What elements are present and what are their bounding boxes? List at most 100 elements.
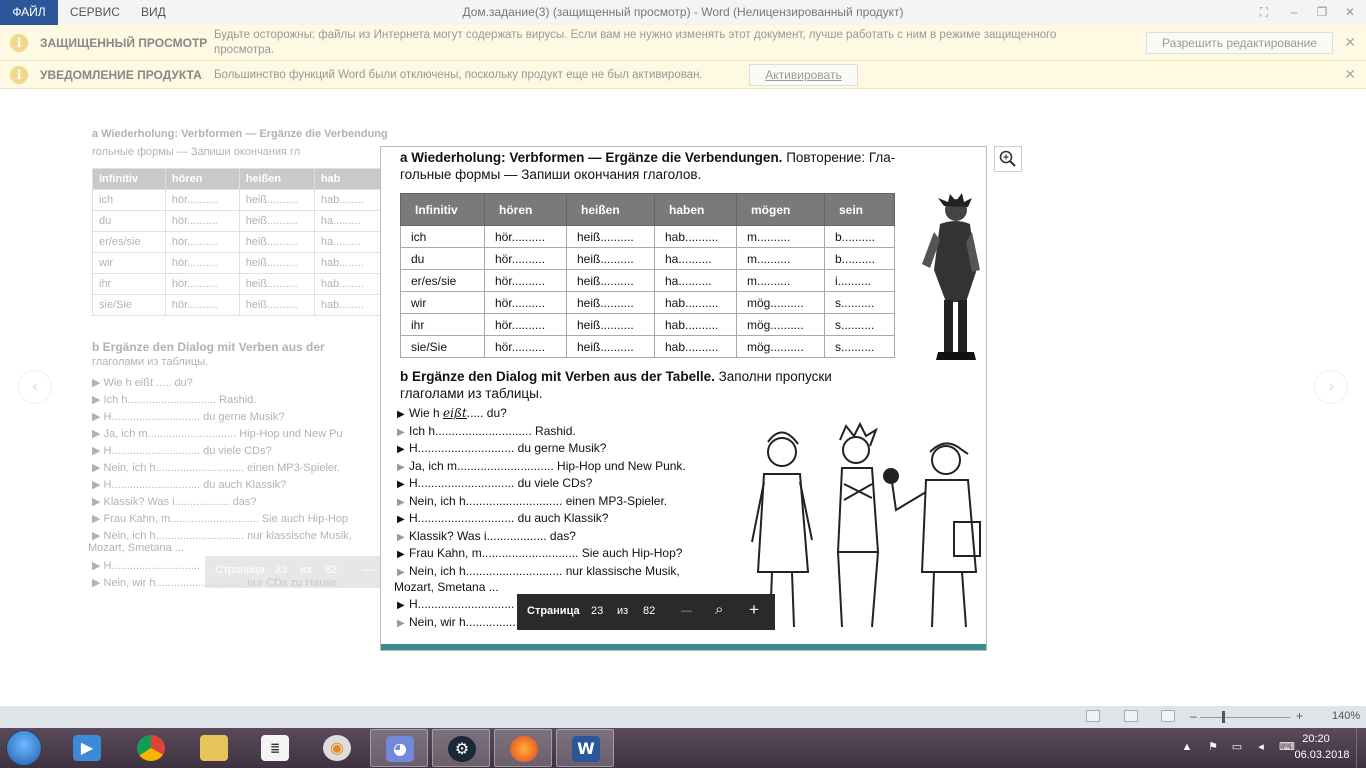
show-desktop-button[interactable] [1356, 728, 1366, 768]
shield-info-icon [10, 34, 28, 52]
clock-date[interactable]: 06.03.2018 [1292, 749, 1352, 761]
web-layout-icon[interactable] [1161, 710, 1175, 722]
dialog-line: ▶ Ich h............................. Rash… [397, 424, 576, 438]
bg-heading-a-line2: гольные формы — Запиши окончания гл [92, 146, 301, 158]
clock-time[interactable]: 20:20 [1296, 733, 1336, 745]
zoom-magnifier-button[interactable] [994, 146, 1022, 172]
heading-b: b Ergänze den Dialog mit Verben aus der … [400, 369, 832, 384]
verb-table: Infinitiv hören heißen haben mögen sein … [400, 193, 895, 358]
zoom-in-button[interactable]: + [1296, 709, 1303, 723]
language-icon[interactable]: ⌨ [1279, 741, 1295, 753]
network-icon[interactable]: ▭ [1231, 741, 1243, 753]
enable-editing-button[interactable]: Разрешить редактирование [1146, 32, 1333, 54]
table-cell: wir [92, 252, 166, 274]
window-title: Дом.задание(3) (защищенный просмотр) - W… [462, 5, 904, 19]
bg-page-label: Страница [215, 564, 265, 576]
bg-dialog-line: ▶ Wie h eißt ..... du? [92, 377, 193, 389]
previous-page-arrow[interactable]: ‹ [18, 370, 52, 404]
taskbar-firefox[interactable] [494, 729, 552, 767]
table-cell: ha......... [313, 210, 388, 232]
table-cell: b.......... [824, 225, 895, 248]
fullscreen-icon[interactable]: ⛶ [1253, 3, 1275, 21]
taskbar-file-explorer[interactable] [185, 729, 243, 767]
zoom-in-icon[interactable]: ⌕ [715, 601, 723, 618]
print-layout-icon[interactable] [1124, 710, 1138, 722]
taskbar-media-player[interactable]: ▶ [58, 729, 116, 767]
col-header-sein: sein [824, 193, 895, 226]
dialog-line: ▶ H............................. du auch … [397, 511, 608, 525]
protected-view-text-line1: Будьте осторожны: файлы из Интернета мог… [214, 29, 1057, 41]
zoom-level[interactable]: 140% [1332, 710, 1360, 722]
dialog-text: Mozart, Smetana ... [394, 580, 499, 594]
magnifier-icon [999, 150, 1016, 167]
minimize-button[interactable]: – [1283, 3, 1305, 21]
taskbar-notepad[interactable]: ≣ [246, 729, 304, 767]
table-cell: hab.......... [654, 335, 737, 358]
menu-view[interactable]: ВИД [141, 0, 166, 25]
zoom-out-button[interactable]: – [1190, 709, 1197, 723]
zoom-slider[interactable] [1200, 717, 1290, 718]
marker: ▶ [397, 497, 405, 508]
close-protected-bar-icon[interactable]: ✕ [1344, 34, 1356, 51]
taskbar-discord[interactable]: ◕ [370, 729, 428, 767]
tray-expand-icon[interactable]: ▲ [1181, 741, 1193, 753]
flag-icon[interactable]: ⚑ [1207, 741, 1219, 753]
heading-b-rest: Заполни пропуски [714, 369, 832, 384]
table-cell: heiß.......... [566, 335, 655, 358]
table-cell: hör.......... [164, 294, 240, 316]
restore-button[interactable]: ❐ [1311, 3, 1333, 21]
zoom-slider-thumb[interactable] [1222, 711, 1225, 723]
col-header-mogen: mögen [736, 193, 825, 226]
menu-service[interactable]: СЕРВИС [70, 0, 120, 25]
bg-page-total: 82 [325, 564, 338, 576]
status-bar: – + 140% [0, 706, 1366, 728]
taskbar-chrome[interactable] [122, 729, 180, 767]
dialog-text: Klassik? Was i.................. das? [409, 529, 576, 543]
close-product-bar-icon[interactable]: ✕ [1344, 66, 1356, 83]
dialog-text: H............................. du viele … [409, 476, 593, 490]
info-icon [10, 66, 28, 84]
table-cell: ha.......... [654, 269, 737, 292]
menu-file[interactable]: ФАЙЛ [0, 0, 58, 25]
table-cell: heiß.......... [238, 189, 315, 211]
plus-icon[interactable]: + [749, 600, 759, 620]
table-cell: heiß.......... [238, 294, 315, 316]
table-cell: er/es/sie [400, 269, 485, 292]
read-mode-icon[interactable] [1086, 710, 1100, 722]
next-page-arrow[interactable]: › [1314, 370, 1348, 404]
table-cell: mög.......... [736, 291, 825, 314]
volume-icon[interactable]: ◂ [1255, 741, 1267, 753]
bg-page-current: 23 [275, 564, 288, 576]
start-button[interactable] [6, 730, 42, 766]
table-cell: m.......... [736, 225, 825, 248]
table-cell: ich [92, 189, 166, 211]
zoomed-page-image[interactable]: a Wiederholung: Verbformen — Ergänze die… [380, 146, 987, 651]
heading-a-line2: гольные формы — Запиши окончания глаголо… [400, 167, 702, 182]
table-cell: i.......... [824, 269, 895, 292]
media-player-icon: ▶ [73, 735, 101, 761]
marker: ▶ [397, 479, 405, 490]
page-total: 82 [643, 605, 656, 617]
dialog-characters-illustration [751, 422, 981, 628]
table-cell: hör.......... [484, 247, 567, 270]
col-header-infinitiv: Infinitiv [400, 193, 485, 226]
dialog-text: Ich h............................. Rashi… [409, 424, 576, 438]
table-row: er/es/sie hör.......... heiß.......... ha..… [92, 231, 388, 253]
table-cell: hör.......... [484, 269, 567, 292]
table-cell: heiß.......... [238, 231, 315, 253]
table-row: wir hör.......... heiß.......... hab.......… [400, 291, 895, 314]
taskbar-overwatch[interactable]: ◉ [308, 729, 366, 767]
dialog-text: H............................. du auch K… [409, 511, 609, 525]
page-current: 23 [591, 605, 604, 617]
bg-dialog-line: ▶ Nein, ich h...........................… [92, 462, 341, 474]
table-cell: hör.......... [164, 231, 240, 253]
close-window-button[interactable]: ✕ [1339, 3, 1361, 21]
taskbar-steam[interactable]: ⚙ [432, 729, 490, 767]
page-indicator: Страница 23 из 82 — ⌕ + [517, 594, 775, 630]
bg-dialog-line: ▶ Nein, ich h...........................… [92, 530, 352, 542]
table-cell: hör.......... [164, 210, 240, 232]
dialog-text: Wie h [409, 406, 444, 420]
activate-button[interactable]: Активировать [749, 64, 858, 86]
table-cell: ihr [400, 313, 485, 336]
taskbar-word[interactable]: W [556, 729, 614, 767]
